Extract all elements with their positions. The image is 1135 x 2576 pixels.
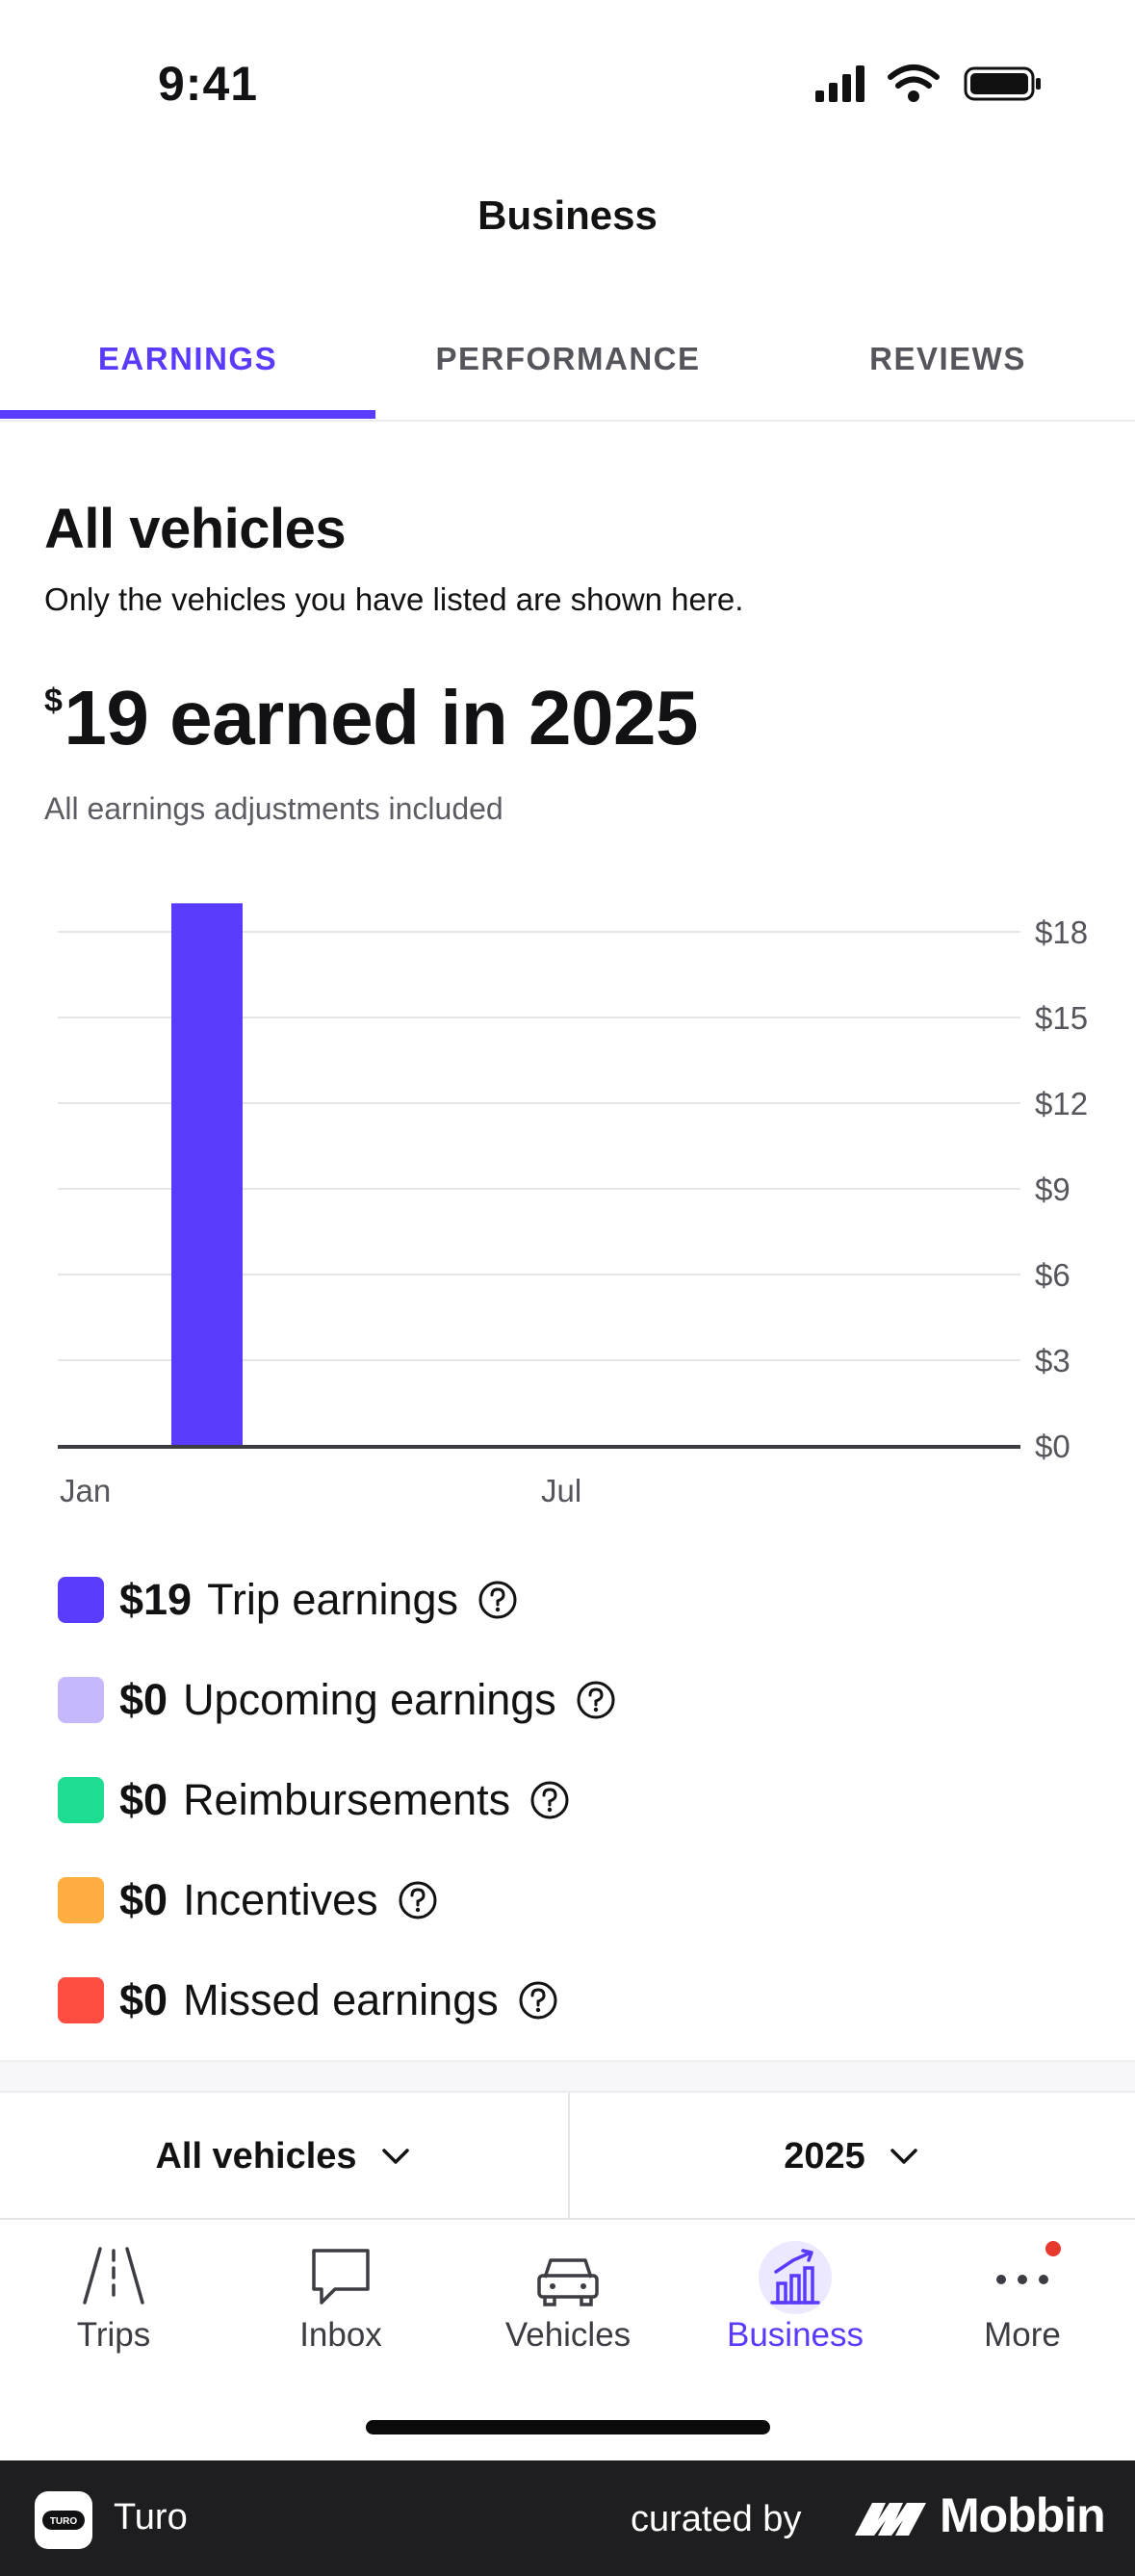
vehicle-filter-value: All vehicles [155,2135,357,2177]
help-icon[interactable] [477,1580,518,1620]
mobbin-logo-icon [855,2503,926,2536]
legend-label: Reimbursements [183,1775,511,1824]
y-tick-label: $9 [1035,1172,1071,1207]
brand-name: Mobbin [940,2488,1106,2542]
home-indicator [366,2420,770,2434]
chevron-down-icon [890,2149,917,2164]
y-tick-label: $12 [1035,1086,1088,1121]
notification-badge [1045,2241,1061,2256]
earned-total: $19 earned in 2025 [44,674,698,762]
y-tick-label: $0 [1035,1429,1071,1464]
section-subtitle: Only the vehicles you have listed are sh… [44,581,744,617]
nav-label: Vehicles [504,2316,632,2354]
year-filter-dropdown[interactable]: 2025 [570,2093,1135,2220]
status-time: 9:41 [158,57,259,111]
legend-label: Missed earnings [183,1975,499,2024]
legend-item-incentives: $0 Incentives [58,1850,1078,1950]
chevron-down-icon [381,2149,409,2164]
chart-trend-icon [759,2241,832,2314]
y-tick-label: $6 [1035,1257,1071,1293]
earnings-bar-chart: $0 $3 $6 $9 $12 $15 $18 Jan Jul [58,903,1088,1508]
legend-item-reimbursements: $0 Reimbursements [58,1750,1078,1850]
tab-performance[interactable]: PERFORMANCE [375,318,761,422]
section-divider [0,2060,1135,2093]
battery-icon [964,66,1041,101]
earnings-legend: $19 Trip earnings $0 Upcoming earnings $… [58,1550,1078,2050]
currency-symbol: $ [44,683,63,719]
app-name: Turo [114,2497,188,2537]
nav-label: More [984,2316,1061,2354]
legend-label: Upcoming earnings [183,1675,556,1724]
nav-item-vehicles[interactable]: Vehicles [454,2220,682,2374]
turo-app-logo: TURO [35,2491,92,2549]
legend-value: $0 [119,1775,168,1824]
legend-swatch [58,1677,104,1723]
cellular-signal-icon [815,65,864,102]
turo-logo-icon: TURO [42,2511,85,2530]
legend-item-missed-earnings: $0 Missed earnings [58,1950,1078,2050]
status-icons [815,64,1041,102]
mobbin-brand: Mobbin [851,2487,1111,2549]
road-icon [83,2247,144,2305]
help-icon[interactable] [518,1980,558,2021]
nav-label: Trips [76,2316,151,2354]
curated-by-label: curated by [631,2499,802,2539]
car-icon [537,2258,599,2306]
tab-reviews[interactable]: REVIEWS [761,318,1135,422]
legend-value: $0 [119,1675,168,1724]
footer-bar: TURO Turo curated by Mobbin [0,2460,1135,2576]
filter-bar: All vehicles 2025 [0,2093,1135,2220]
legend-value: $0 [119,1975,168,2024]
legend-label: Incentives [183,1875,378,1924]
year-filter-value: 2025 [784,2135,865,2177]
nav-item-more[interactable]: More [909,2220,1135,2374]
legend-swatch [58,1877,104,1923]
tab-bar: EARNINGS PERFORMANCE REVIEWS [0,318,1135,422]
x-tick-label: Jan [60,1473,111,1508]
svg-text:TURO: TURO [50,2516,78,2527]
nav-item-inbox[interactable]: Inbox [227,2220,454,2374]
tab-earnings[interactable]: EARNINGS [0,318,375,422]
earnings-note: All earnings adjustments included [44,791,503,826]
y-tick-label: $3 [1035,1343,1071,1378]
vehicle-filter-dropdown[interactable]: All vehicles [0,2093,568,2220]
section-title: All vehicles [44,498,347,560]
earned-text: 19 earned in 2025 [64,675,698,760]
y-tick-label: $18 [1035,914,1088,950]
legend-value: $19 [119,1575,193,1624]
wifi-icon [888,64,940,102]
legend-item-upcoming-earnings: $0 Upcoming earnings [58,1650,1078,1750]
x-tick-label: Jul [541,1473,581,1508]
earnings-chart: $0 $3 $6 $9 $12 $15 $18 Jan Jul [0,886,1135,1521]
legend-item-trip-earnings: $19 Trip earnings [58,1550,1078,1650]
status-bar: 9:41 [0,0,1135,164]
nav-label: Business [726,2316,864,2354]
page-title: Business [477,193,658,238]
nav-label: Inbox [299,2316,382,2354]
more-dots-icon [996,2241,1061,2284]
help-icon[interactable] [398,1880,438,1920]
active-tab-indicator [0,410,375,419]
help-icon[interactable] [529,1780,570,1820]
chat-bubble-icon [312,2249,370,2305]
legend-value: $0 [119,1875,168,1924]
legend-swatch [58,1777,104,1823]
nav-item-trips[interactable]: Trips [0,2220,227,2374]
help-icon[interactable] [576,1680,616,1720]
nav-item-business[interactable]: Business [682,2220,909,2374]
legend-swatch [58,1577,104,1623]
y-tick-label: $15 [1035,1000,1088,1036]
bar [171,903,243,1446]
legend-swatch [58,1977,104,2023]
legend-label: Trip earnings [207,1575,459,1624]
